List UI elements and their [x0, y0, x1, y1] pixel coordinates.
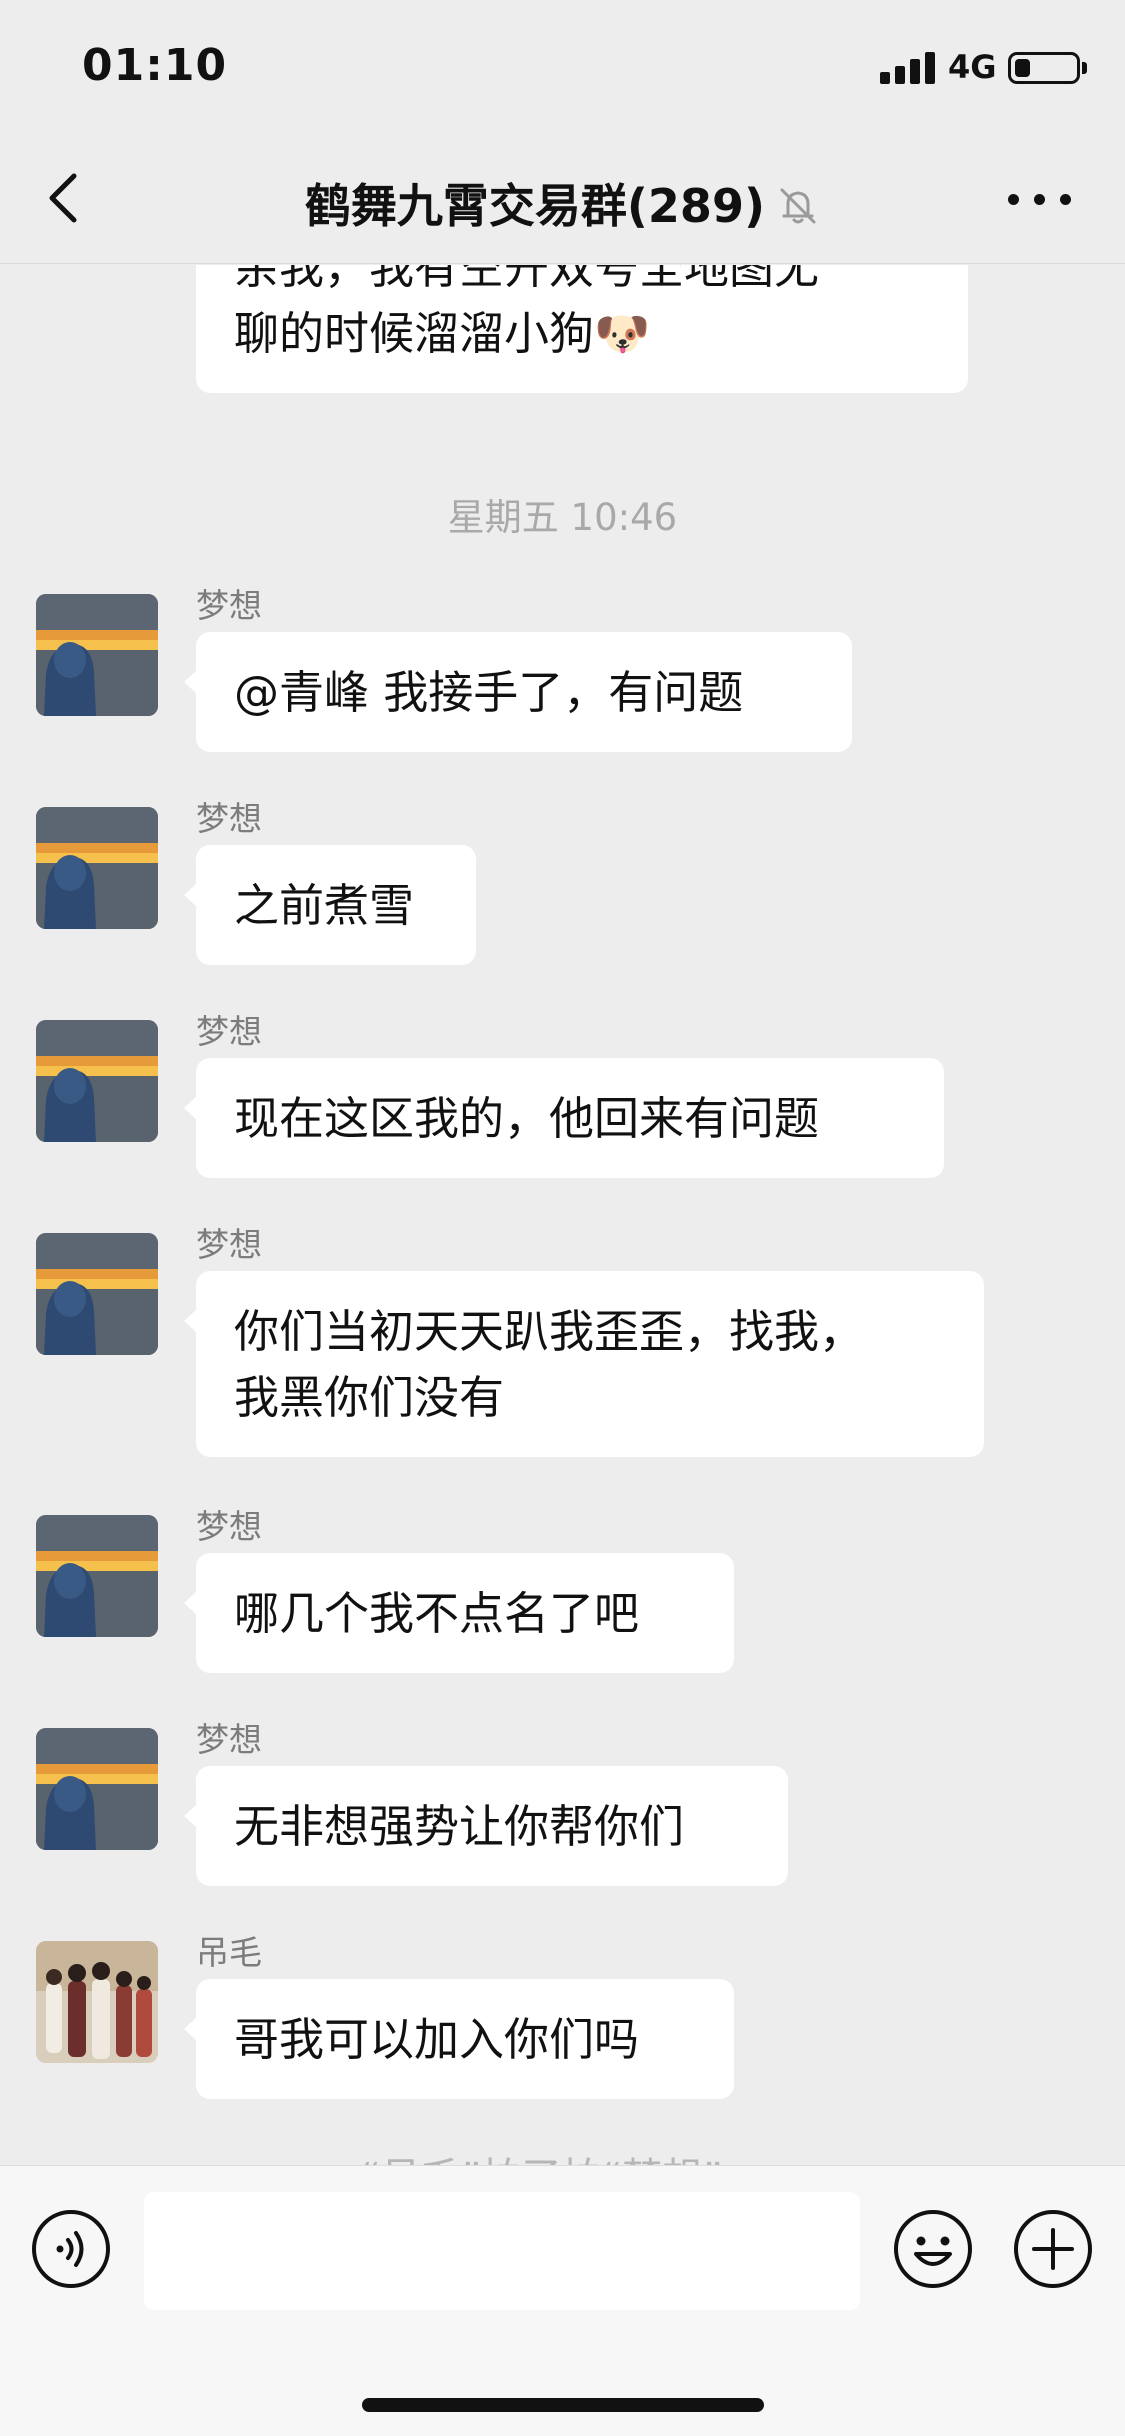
message-text-line: 哥我可以加入你们吗 — [234, 2013, 640, 2066]
network-type: 4G — [948, 48, 997, 86]
cellular-signal-icon — [880, 52, 936, 84]
message-bubble[interactable]: 之前煮雪 — [184, 845, 476, 965]
sunset-silhouette-avatar — [36, 1020, 158, 1142]
voice-input-button[interactable] — [30, 2208, 112, 2290]
message-text-line: 之前煮雪 — [234, 879, 415, 932]
message-text-line: 聊的时候溜溜小狗🐶 — [234, 307, 651, 360]
sunset-silhouette-avatar — [36, 594, 158, 716]
avatar[interactable] — [36, 1728, 158, 1850]
emoji-button[interactable] — [892, 2208, 974, 2290]
chat-message-list[interactable]: 余我，我有空开双号全地图无 聊的时候溜溜小狗🐶 星期五 10:46 梦想 @青峰… — [0, 265, 1125, 2165]
ellipsis-icon — [1008, 194, 1019, 205]
avatar[interactable] — [36, 594, 158, 716]
message-text-line: 哪几个我不点名了吧 — [234, 1587, 640, 1640]
sunset-silhouette-avatar — [36, 807, 158, 929]
message-bubble[interactable]: 哪几个我不点名了吧 — [184, 1553, 734, 1673]
emoji-icon — [894, 2210, 972, 2288]
message-bubble[interactable]: 你们当初天天趴我歪歪，找我， 我黑你们没有 — [184, 1271, 984, 1457]
sunset-silhouette-avatar — [36, 1728, 158, 1850]
time-divider: 星期五 10:46 — [447, 496, 678, 539]
battery-cap — [1082, 62, 1087, 74]
sender-name: 梦想 — [196, 1507, 262, 1546]
group-portrait-avatar — [36, 1941, 158, 2063]
voice-icon — [32, 2210, 110, 2288]
sender-name: 梦想 — [196, 1012, 262, 1051]
sender-name: 梦想 — [196, 1720, 262, 1759]
more-functions-button[interactable] — [1012, 2208, 1094, 2290]
message-bubble[interactable]: 无非想强势让你帮你们 — [184, 1766, 788, 1886]
message-bubble[interactable]: @青峰 我接手了，有问题 — [184, 632, 852, 752]
system-notice-partial: “吊毛”拍了拍“梦想” — [360, 2145, 723, 2165]
message-text-line: @青峰 我接手了，有问题 — [234, 666, 744, 719]
message-text-line: 现在这区我的，他回来有问题 — [234, 1092, 820, 1145]
status-bar: 01:10 4G — [0, 0, 1125, 140]
message-input[interactable] — [144, 2192, 860, 2310]
message-text-line: 我黑你们没有 — [234, 1371, 505, 1424]
bell-slash-icon — [780, 188, 816, 224]
avatar[interactable] — [36, 1020, 158, 1142]
nav-bar: 鹤舞九霄交易群(289) — [0, 140, 1125, 264]
nav-title-group: 鹤舞九霄交易群(289) — [0, 170, 1125, 236]
sunset-silhouette-avatar — [36, 1233, 158, 1355]
more-options-button[interactable] — [1008, 190, 1072, 210]
message-bubble-partial[interactable]: 余我，我有空开双号全地图无 聊的时候溜溜小狗🐶 — [196, 265, 968, 393]
status-time: 01:10 — [82, 40, 228, 91]
home-indicator[interactable] — [362, 2398, 764, 2412]
avatar[interactable] — [36, 1941, 158, 2063]
plus-icon — [1014, 2210, 1092, 2288]
chat-screen: 01:10 4G 鹤舞九霄交易群(289) 余我，我有空开双号全地图无 聊的时候… — [0, 0, 1125, 2436]
sender-name: 梦想 — [196, 1225, 262, 1264]
sender-name: 梦想 — [196, 799, 262, 838]
input-bar — [0, 2165, 1125, 2436]
group-title: 鹤舞九霄交易群(289) — [304, 179, 765, 233]
sender-name: 梦想 — [196, 586, 262, 625]
sunset-silhouette-avatar — [36, 1515, 158, 1637]
message-text-line: 余我，我有空开双号全地图无 — [234, 265, 820, 294]
message-text-line: 无非想强势让你帮你们 — [234, 1800, 685, 1853]
avatar[interactable] — [36, 807, 158, 929]
avatar[interactable] — [36, 1515, 158, 1637]
message-bubble[interactable]: 现在这区我的，他回来有问题 — [184, 1058, 944, 1178]
message-text-line: 你们当初天天趴我歪歪，找我， — [234, 1305, 865, 1358]
message-bubble[interactable]: 哥我可以加入你们吗 — [184, 1979, 734, 2099]
battery-icon — [1008, 52, 1080, 84]
avatar[interactable] — [36, 1233, 158, 1355]
sender-name: 吊毛 — [196, 1933, 262, 1972]
battery-level-fill — [1015, 59, 1030, 77]
